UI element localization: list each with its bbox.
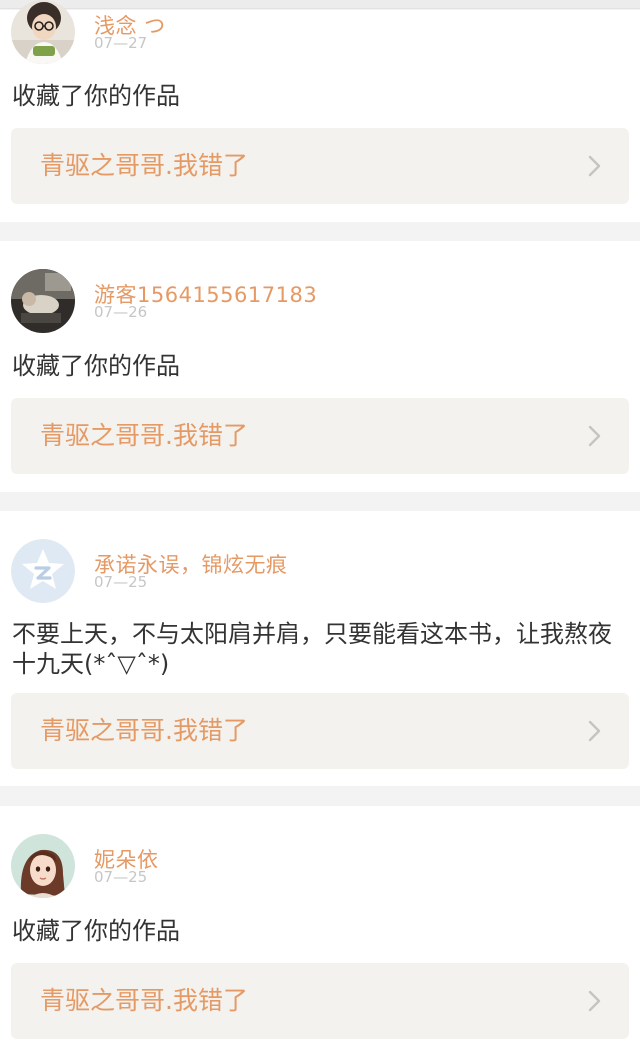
activity-message: 收藏了你的作品 bbox=[12, 917, 180, 945]
avatar[interactable] bbox=[11, 0, 75, 64]
avatar[interactable] bbox=[11, 269, 75, 333]
top-divider bbox=[0, 0, 640, 9]
feed-item: 妮朵依 07—25 收藏了你的作品 青驱之哥哥.我错了 bbox=[0, 806, 640, 1049]
chevron-right-icon bbox=[588, 425, 601, 447]
feed-item: 浅念 つ 07—27 收藏了你的作品 青驱之哥哥.我错了 bbox=[0, 0, 640, 222]
post-date: 07—27 bbox=[94, 34, 148, 52]
post-date: 07—25 bbox=[94, 573, 148, 591]
chevron-right-icon bbox=[588, 155, 601, 177]
work-title: 青驱之哥哥.我错了 bbox=[40, 151, 248, 180]
work-title: 青驱之哥哥.我错了 bbox=[40, 421, 248, 450]
star-icon bbox=[11, 539, 75, 603]
post-date: 07—25 bbox=[94, 868, 148, 886]
work-link[interactable]: 青驱之哥哥.我错了 bbox=[11, 693, 629, 769]
feed-item: 承诺永误，锦炫无痕 07—25 不要上天，不与太阳肩并肩，只要能看这本书，让我熬… bbox=[0, 511, 640, 786]
work-link[interactable]: 青驱之哥哥.我错了 bbox=[11, 398, 629, 474]
feed-item: 游客1564155617183 07—26 收藏了你的作品 青驱之哥哥.我错了 bbox=[0, 241, 640, 492]
post-date: 07—26 bbox=[94, 303, 148, 321]
activity-message: 收藏了你的作品 bbox=[12, 82, 180, 110]
avatar[interactable] bbox=[11, 834, 75, 898]
avatar[interactable] bbox=[11, 539, 75, 603]
chevron-right-icon bbox=[588, 990, 601, 1012]
work-title: 青驱之哥哥.我错了 bbox=[40, 716, 248, 745]
work-title: 青驱之哥哥.我错了 bbox=[40, 986, 248, 1015]
work-link[interactable]: 青驱之哥哥.我错了 bbox=[11, 963, 629, 1039]
chevron-right-icon bbox=[588, 720, 601, 742]
activity-message: 收藏了你的作品 bbox=[12, 352, 180, 380]
activity-message: 不要上天，不与太阳肩并肩，只要能看这本书，让我熬夜十九天(*ˆ▽ˆ*) bbox=[12, 620, 612, 678]
work-link[interactable]: 青驱之哥哥.我错了 bbox=[11, 128, 629, 204]
